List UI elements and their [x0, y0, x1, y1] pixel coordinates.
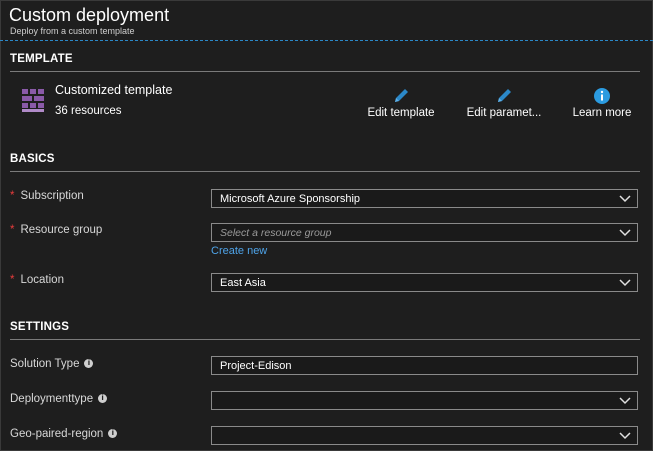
resource-group-dropdown[interactable]: Select a resource group — [211, 223, 638, 242]
chevron-down-icon — [619, 279, 631, 287]
chevron-down-icon — [619, 229, 631, 237]
edit-parameters-label: Edit paramet... — [466, 107, 542, 119]
pencil-icon — [498, 89, 511, 102]
template-icon — [22, 89, 44, 112]
section-title-template: TEMPLATE — [10, 53, 73, 65]
section-divider — [10, 71, 640, 72]
info-icon[interactable]: i — [98, 394, 108, 404]
subscription-label: * Subscription — [10, 190, 84, 202]
section-title-settings: SETTINGS — [10, 321, 70, 333]
required-asterisk: * — [10, 274, 15, 286]
location-value: East Asia — [220, 277, 266, 289]
section-title-basics: BASICS — [10, 153, 55, 165]
info-icon — [594, 88, 610, 104]
edit-template-button[interactable]: Edit template — [356, 86, 446, 126]
chevron-down-icon — [619, 195, 631, 203]
subscription-dropdown[interactable]: Microsoft Azure Sponsorship — [211, 189, 638, 208]
resource-group-label: * Resource group — [10, 224, 103, 236]
resource-group-placeholder: Select a resource group — [220, 227, 332, 239]
required-asterisk: * — [10, 190, 15, 202]
edit-template-label: Edit template — [367, 107, 435, 119]
chevron-down-icon — [619, 432, 631, 440]
page-subtitle: Deploy from a custom template — [10, 26, 135, 36]
solution-type-label: Solution Type i — [10, 358, 94, 370]
blade-header: Custom deployment Deploy from a custom t… — [0, 0, 653, 41]
pencil-icon — [395, 89, 408, 102]
solution-type-value: Project-Edison — [220, 360, 292, 372]
learn-more-button[interactable]: Learn more — [557, 86, 647, 126]
section-divider — [10, 171, 640, 172]
deploymenttype-dropdown[interactable] — [211, 391, 638, 410]
solution-type-input[interactable]: Project-Edison — [211, 356, 638, 375]
subscription-value: Microsoft Azure Sponsorship — [220, 193, 361, 205]
chevron-down-icon — [619, 397, 631, 405]
info-icon[interactable]: i — [108, 429, 118, 439]
template-resource-count: 36 resources — [55, 105, 122, 117]
geo-paired-region-label: Geo-paired-region i — [10, 428, 118, 440]
location-label: * Location — [10, 274, 64, 286]
template-name: Customized template — [55, 83, 173, 97]
learn-more-label: Learn more — [572, 107, 632, 119]
create-new-link[interactable]: Create new — [211, 245, 267, 257]
deploymenttype-label: Deploymenttype i — [10, 393, 108, 405]
location-dropdown[interactable]: East Asia — [211, 273, 638, 292]
info-icon[interactable]: i — [84, 359, 94, 369]
required-asterisk: * — [10, 224, 15, 236]
edit-parameters-button[interactable]: Edit paramet... — [459, 86, 549, 126]
section-divider — [10, 339, 640, 340]
geo-paired-region-dropdown[interactable] — [211, 426, 638, 445]
page-title: Custom deployment — [9, 5, 170, 25]
